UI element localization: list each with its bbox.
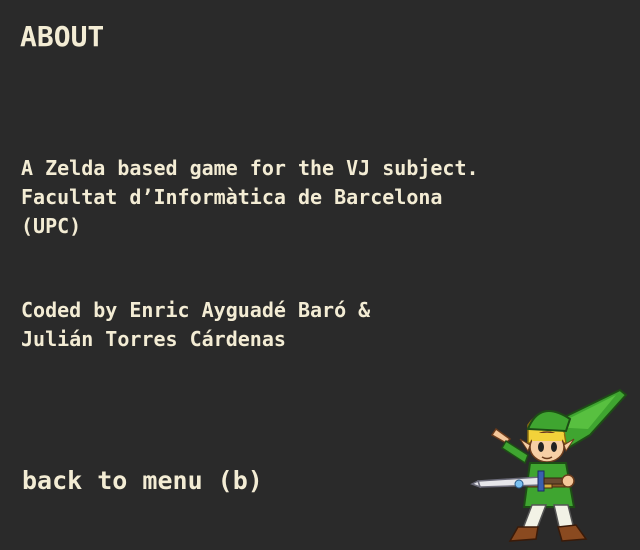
description-line-2: Facultat d’Informàtica de Barcelona [21,185,443,209]
description-line-3: (UPC) [21,214,82,238]
page-title: ABOUT [20,20,105,53]
link-character-icon [470,388,628,542]
about-screen: ABOUT A Zelda based game for the VJ subj… [0,0,640,550]
back-to-menu-button[interactable]: back to menu (b) [22,464,263,498]
description-line-1: A Zelda based game for the VJ subject. [21,156,479,180]
credits-line-2: Julián Torres Cárdenas [21,327,286,351]
credits-line-1: Coded by Enric Ayguadé Baró & [21,298,371,322]
